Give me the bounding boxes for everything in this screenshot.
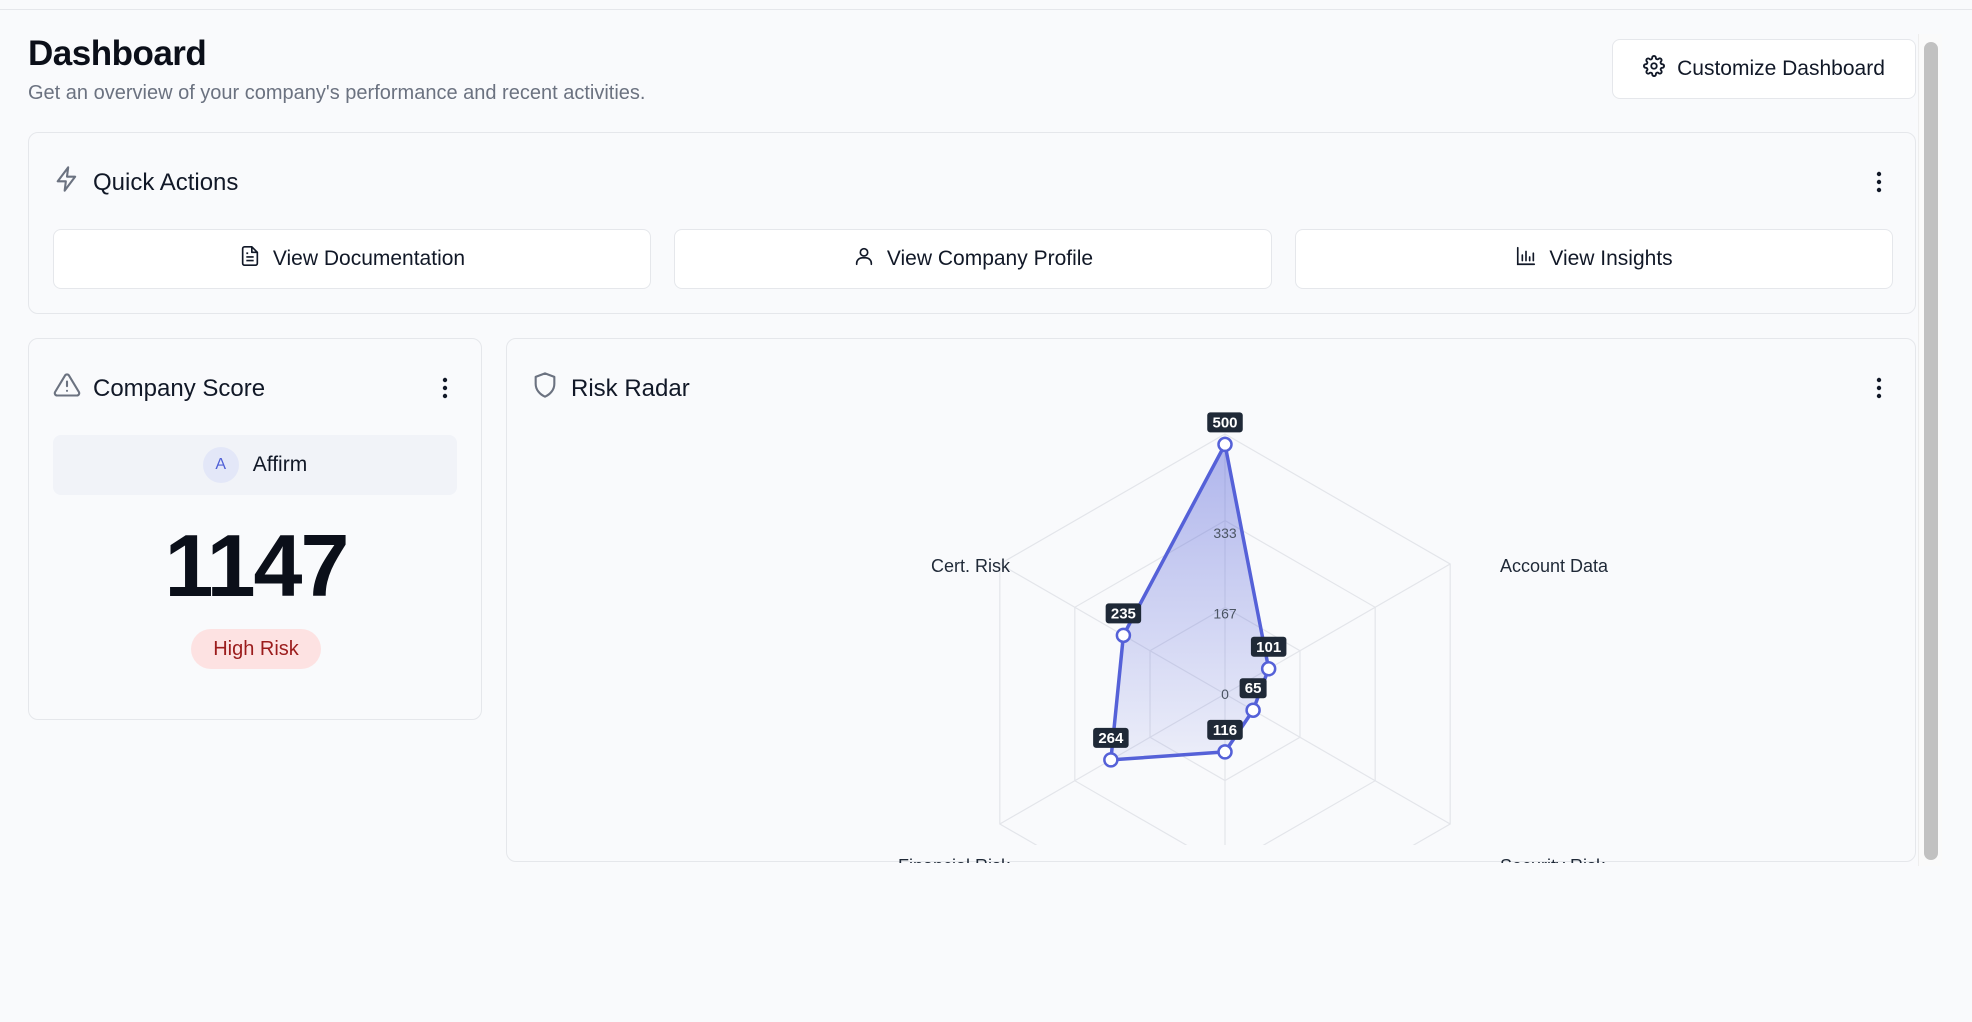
page-title: Dashboard [28, 34, 207, 73]
radar-category-label: Security Risk [1500, 856, 1606, 863]
radar-data-point [1103, 752, 1119, 768]
quick-actions-title: Quick Actions [93, 168, 239, 196]
lightning-icon [53, 165, 81, 200]
quick-actions-card: Quick Actions View Documentation View Co… [28, 132, 1916, 314]
document-icon [239, 245, 261, 273]
radar-value-label: 65 [1245, 680, 1262, 697]
quick-actions-header: Quick Actions [53, 165, 238, 200]
view-documentation-button[interactable]: View Documentation [53, 229, 651, 289]
page-subtitle: Get an overview of your company's perfor… [28, 82, 646, 104]
view-company-profile-button[interactable]: View Company Profile [674, 229, 1272, 289]
radar-tick-label: 0 [1221, 686, 1229, 702]
company-avatar: A [202, 447, 239, 483]
company-name: Affirm [252, 453, 308, 476]
risk-radar-card: Risk Radar 0 167 333 Cert. Risk Account Data… [506, 338, 1916, 863]
company-score-value: 1147 [164, 516, 350, 615]
radar-data-point [1115, 627, 1132, 644]
company-score-menu-icon[interactable] [433, 373, 457, 403]
radar-value-label: 500 [1212, 414, 1237, 431]
view-documentation-label: View Documentation [272, 247, 466, 270]
radar-series-area [1109, 442, 1271, 762]
radar-value-label: 264 [1098, 730, 1124, 747]
company-score-title: Company Score [93, 374, 266, 402]
radar-category-label: Account Data [1500, 556, 1609, 576]
risk-status-badge: High Risk [191, 629, 321, 669]
customize-dashboard-label: Customize Dashboard [1677, 57, 1885, 80]
warning-triangle-icon [53, 371, 81, 406]
view-insights-button[interactable]: View Insights [1295, 229, 1893, 289]
view-company-profile-label: View Company Profile [886, 247, 1094, 270]
user-icon [853, 245, 875, 273]
customize-dashboard-button[interactable]: Customize Dashboard [1612, 39, 1916, 99]
radar-category-label: Cert. Risk [931, 556, 1011, 576]
company-selector[interactable]: A Affirm [53, 435, 457, 495]
company-score-card: Company Score A Affirm 1147 High Risk [28, 338, 482, 720]
radar-data-point [1217, 436, 1233, 453]
gear-icon [1643, 55, 1666, 83]
quick-actions-menu-icon[interactable] [1867, 167, 1891, 197]
radar-tick-label: 333 [1213, 525, 1237, 541]
radar-data-point [1245, 702, 1261, 718]
scrollbar-thumb[interactable] [1924, 42, 1938, 860]
bar-chart-icon [1515, 245, 1537, 273]
radar-value-label: 101 [1256, 639, 1281, 656]
risk-radar-chart: 0 167 333 Cert. Risk Account Data Security Ri… [898, 412, 1609, 863]
view-insights-label: View Insights [1549, 247, 1673, 270]
top-divider [0, 9, 1972, 10]
radar-tick-label: 167 [1213, 605, 1237, 621]
radar-data-point [1217, 744, 1233, 760]
radar-value-label: 116 [1213, 722, 1237, 739]
company-score-header: Company Score [53, 371, 265, 406]
radar-data-point [1260, 661, 1277, 677]
radar-value-label: 235 [1111, 605, 1136, 622]
radar-category-label: Financial Risk [898, 856, 1011, 863]
radar-series [1109, 442, 1271, 762]
